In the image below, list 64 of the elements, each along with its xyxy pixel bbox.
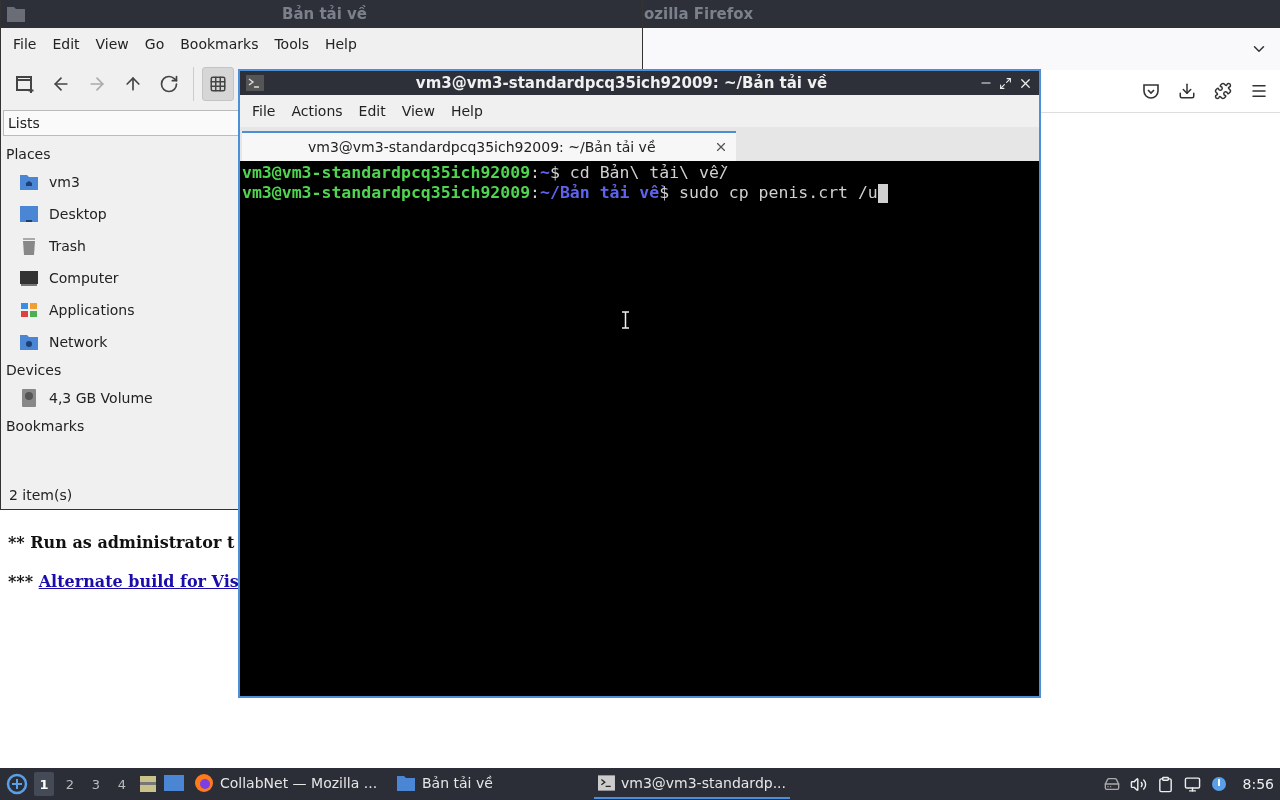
sidebar-item[interactable]: vm3: [3, 166, 239, 198]
file-manager-icon[interactable]: [138, 774, 158, 794]
status-text: 2 item(s): [8, 487, 74, 505]
window-title: ozilla Firefox: [644, 5, 754, 23]
sidebar-item[interactable]: Desktop: [3, 198, 239, 230]
sidebar-item[interactable]: Trash: [3, 230, 239, 262]
workspace-button[interactable]: 1: [34, 772, 54, 796]
menu-item[interactable]: Tools: [266, 36, 317, 52]
sidebar-item[interactable]: Applications: [3, 294, 239, 326]
network-folder-icon: [19, 332, 39, 352]
window-title: vm3@vm3-standardpcq35ich92009: ~/Bản tải về: [414, 74, 829, 92]
terminal-tab[interactable]: vm3@vm3-standardpcq35ich92009: ~/Bản tải về: [242, 131, 736, 161]
side-pane-dropdown[interactable]: Lists: [3, 110, 239, 136]
desktop-icon: [19, 204, 39, 224]
taskbar-window-button[interactable]: vm3@vm3-standardp...: [594, 769, 790, 799]
clipboard-icon[interactable]: [1156, 775, 1174, 793]
notification-icon[interactable]: [1210, 776, 1227, 792]
folder-icon: [7, 6, 25, 22]
menu-item[interactable]: Help: [316, 36, 365, 52]
home-folder-icon: [19, 172, 39, 192]
extensions-icon[interactable]: [1212, 80, 1234, 102]
menu-item[interactable]: File: [5, 36, 45, 52]
menu-item[interactable]: Actions: [283, 103, 351, 119]
applications-icon: [19, 300, 39, 320]
clock[interactable]: 8:56: [1242, 776, 1274, 792]
show-desktop-icon[interactable]: [164, 775, 184, 793]
volume-icon[interactable]: [1129, 775, 1147, 793]
grid-view-icon[interactable]: [202, 67, 234, 101]
terminal-icon: [598, 774, 615, 792]
drive-icon[interactable]: [1103, 776, 1120, 792]
section-title: Bookmarks: [5, 417, 86, 436]
workspace-button[interactable]: 4: [112, 772, 132, 796]
sidebar-item[interactable]: 4,3 GB Volume: [3, 382, 239, 414]
display-icon[interactable]: [1183, 775, 1201, 793]
workspace-button[interactable]: 3: [86, 772, 106, 796]
menu-item[interactable]: Go: [136, 36, 173, 52]
start-menu-icon[interactable]: [6, 773, 28, 795]
page-text: ** Run as administrator t: [8, 533, 236, 552]
menu-item[interactable]: Help: [442, 103, 491, 119]
menu-item[interactable]: View: [87, 36, 137, 52]
taskbar-window-button[interactable]: CollabNet — Mozilla ...: [190, 769, 386, 799]
menu-item[interactable]: File: [244, 103, 284, 119]
menu-item[interactable]: Edit: [44, 36, 88, 52]
sidebar-item[interactable]: Network: [3, 326, 239, 358]
section-title: Places: [5, 145, 52, 164]
close-icon[interactable]: [714, 140, 728, 154]
terminal-line: vm3@vm3-standardpcq35ich92009:~/Bản tải về$ sudo cp penis.crt /u: [242, 183, 1037, 203]
page-link[interactable]: Alternate build for Vis: [38, 572, 239, 591]
menu-item[interactable]: View: [393, 103, 443, 119]
drive-icon: [19, 388, 39, 408]
menu-item[interactable]: Edit: [350, 103, 394, 119]
taskbar-window-button[interactable]: Bản tải về: [392, 769, 588, 799]
browser-icon: [194, 773, 214, 793]
folder-icon: [396, 773, 416, 793]
window-title: Bản tải về: [280, 5, 369, 23]
computer-icon: [19, 268, 39, 288]
maximize-icon[interactable]: [999, 76, 1012, 90]
section-title: Devices: [5, 361, 63, 380]
terminal-icon: [246, 75, 264, 91]
sidebar-item[interactable]: Computer: [3, 262, 239, 294]
menu-item[interactable]: Bookmarks: [172, 36, 267, 52]
workspace-button[interactable]: 2: [60, 772, 80, 796]
terminal-line: vm3@vm3-standardpcq35ich92009:~$ cd Bản\ tải\ về/: [242, 163, 730, 183]
i-beam-cursor-icon: [621, 311, 630, 329]
